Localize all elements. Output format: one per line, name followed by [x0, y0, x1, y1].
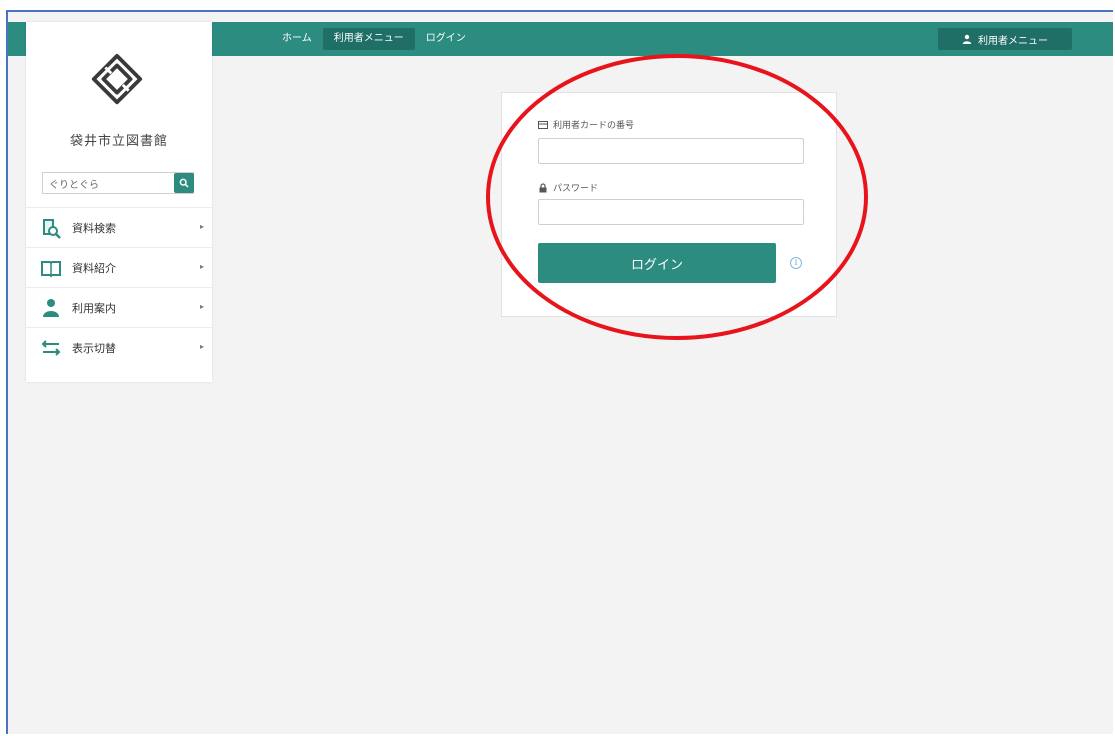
browser-frame: ホーム 利用者メニュー ログイン 利用者メニュー 袋井市立図書館 ぐりとぐら 資… — [6, 10, 1113, 734]
book-search-icon — [43, 218, 61, 239]
breadcrumb: ホーム 利用者メニュー ログイン — [271, 22, 477, 56]
chevron-right-icon: ▸ — [199, 342, 204, 351]
library-name: 袋井市立図書館 — [69, 134, 168, 149]
info-icon[interactable]: i — [790, 257, 802, 269]
switch-arrows-icon — [41, 339, 61, 356]
password-label-text: パスワード — [553, 184, 599, 194]
card-number-field[interactable] — [538, 138, 804, 164]
sidebar-item-label: 利用案内 — [72, 301, 116, 315]
crumb-home[interactable]: ホーム — [271, 28, 323, 50]
sidebar-item-label: 資料紹介 — [72, 261, 116, 275]
card-number-label-text: 利用者カードの番号 — [553, 121, 635, 131]
chevron-right-icon: ▸ — [199, 302, 204, 311]
sidebar: 袋井市立図書館 資料検索 ▸ — [26, 22, 212, 382]
login-card: 利用者カードの番号 パスワード ログイン i — [501, 92, 837, 317]
search-button[interactable] — [174, 173, 194, 193]
chevron-right-icon: ▸ — [199, 262, 204, 271]
login-button[interactable]: ログイン — [538, 243, 776, 283]
crumb-user-menu[interactable]: 利用者メニュー — [322, 28, 415, 50]
search-icon — [179, 178, 189, 188]
card-number-label: 利用者カードの番号 — [538, 118, 634, 131]
user-menu-button[interactable]: 利用者メニュー — [938, 28, 1072, 50]
sidebar-item-display-toggle[interactable]: 表示切替 ▸ — [26, 327, 212, 367]
sidebar-item-usage-guide[interactable]: 利用案内 ▸ — [26, 287, 212, 327]
library-logo-icon — [91, 53, 143, 105]
lock-icon — [539, 182, 547, 192]
password-field[interactable] — [538, 199, 804, 225]
sidebar-menu: 資料検索 ▸ 資料紹介 ▸ 利用案内 ▸ 表示切替 ▸ — [26, 207, 212, 367]
open-book-icon — [41, 260, 61, 277]
chevron-right-icon: ▸ — [199, 222, 204, 231]
user-menu-label: 利用者メニュー — [978, 35, 1048, 47]
password-label: パスワード — [538, 181, 598, 194]
search-input[interactable] — [43, 173, 171, 193]
sidebar-item-material-search[interactable]: 資料検索 ▸ — [26, 207, 212, 247]
user-icon — [962, 34, 972, 44]
sidebar-item-label: 資料検索 — [72, 221, 116, 235]
person-icon — [43, 298, 59, 317]
sidebar-item-material-intro[interactable]: 資料紹介 ▸ — [26, 247, 212, 287]
sidebar-item-label: 表示切替 — [72, 341, 116, 355]
crumb-login[interactable]: ログイン — [415, 28, 477, 50]
search-box — [42, 172, 194, 194]
card-icon — [538, 120, 548, 129]
